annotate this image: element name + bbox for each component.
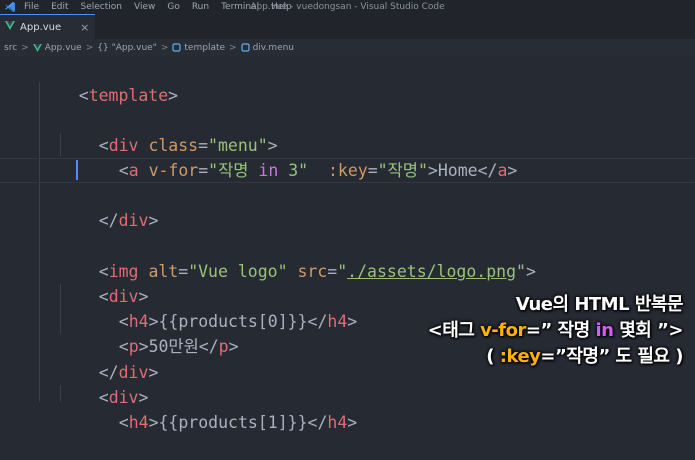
- menu-go[interactable]: Go: [167, 0, 179, 14]
- breadcrumb-separator: >: [21, 42, 29, 53]
- breadcrumb: src > App.vue > {} "App.vue" > template …: [0, 39, 695, 56]
- code-line: <div>: [98, 388, 149, 407]
- menu-view[interactable]: View: [134, 0, 155, 14]
- code-token: alt: [148, 262, 179, 281]
- code-token: "작명: [208, 161, 259, 180]
- code-token: a: [497, 161, 508, 180]
- code-token: h4: [128, 413, 149, 432]
- code-token: :key: [327, 161, 368, 180]
- code-token: 3": [278, 161, 309, 180]
- code-line: <div>: [98, 287, 149, 306]
- menu-bar: File Edit Selection View Go Run Terminal…: [24, 0, 292, 14]
- breadcrumb-src[interactable]: src: [4, 43, 17, 53]
- code-line: <a v-for="작명 in 3" :key="작명">Home</a>: [118, 161, 518, 180]
- caption-line: Vue의 HTML 반복문: [515, 294, 684, 315]
- code-token: h4: [327, 312, 348, 331]
- breadcrumb-separator: >: [229, 42, 237, 53]
- code-token: template: [88, 86, 169, 105]
- tab-label: App.vue: [20, 21, 62, 33]
- code-line: <template>: [78, 86, 179, 105]
- caption-text: =” 작명: [525, 320, 596, 341]
- code-line: <h4>{{products[1]}}</h4>: [118, 413, 358, 432]
- breadcrumb-div-menu[interactable]: div.menu: [240, 42, 295, 53]
- breadcrumb-app-vue[interactable]: App.vue: [32, 42, 82, 53]
- code-line: <p>50만원</p>: [118, 337, 239, 356]
- close-icon[interactable]: ×: [80, 21, 89, 34]
- code-token: a: [128, 161, 139, 180]
- vscode-logo-icon: [0, 1, 20, 13]
- caption-highlight: :key: [499, 346, 541, 367]
- vue-icon: [32, 43, 42, 52]
- breadcrumb-module[interactable]: {} "App.vue": [97, 43, 157, 53]
- menu-terminal[interactable]: Terminal: [221, 0, 259, 14]
- caption-text: <태그: [427, 320, 481, 341]
- menu-edit[interactable]: Edit: [51, 0, 68, 14]
- element-icon: [172, 43, 182, 52]
- vue-icon: [5, 21, 15, 33]
- caption-line: ( :key=”작명” 도 필요 ): [383, 344, 683, 370]
- breadcrumb-label: template: [184, 42, 226, 53]
- code-token: Home: [437, 161, 478, 180]
- code-token: div: [118, 211, 149, 230]
- code-token: src: [297, 262, 328, 281]
- code-line: <img alt="Vue logo" src="./assets/logo.p…: [98, 262, 536, 281]
- caption-text: 몇회 ”>: [613, 320, 683, 341]
- code-token: p: [218, 337, 229, 356]
- breadcrumb-template[interactable]: template: [172, 43, 225, 53]
- code-token: in: [258, 161, 279, 180]
- code-line: </div>: [98, 363, 159, 382]
- caption-highlight: v-for: [480, 320, 526, 341]
- code-token: ": [337, 262, 348, 281]
- breadcrumb-label: div.menu: [252, 42, 295, 53]
- caption-text: (: [486, 346, 500, 367]
- menu-help[interactable]: Help: [271, 0, 292, 14]
- code-token: v-for: [148, 161, 199, 180]
- element-icon: [240, 43, 250, 52]
- tab-app-vue[interactable]: App.vue ×: [0, 14, 96, 39]
- code-token: {{products[1]}}: [158, 413, 308, 432]
- code-line: <h4>{{products[0]}}</h4>: [118, 312, 358, 331]
- code-token: ": [516, 262, 526, 281]
- breadcrumb-separator: >: [85, 42, 94, 53]
- title-bar: File Edit Selection View Go Run Terminal…: [0, 0, 695, 14]
- code-token: "Vue logo": [188, 262, 288, 281]
- caption-highlight: in: [595, 320, 614, 341]
- caption-line: <태그 v-for=” 작명 in 몇회 ”>: [383, 318, 684, 344]
- code-line: </div>: [98, 211, 159, 230]
- menu-file[interactable]: File: [24, 0, 39, 14]
- menu-selection[interactable]: Selection: [81, 0, 122, 14]
- breadcrumb-label: App.vue: [44, 42, 82, 53]
- caption-text: =”작명” 도 필요 ): [540, 346, 683, 367]
- code-link[interactable]: ./assets/logo.png: [347, 262, 516, 281]
- code-line: <div class="menu">: [98, 136, 278, 155]
- breadcrumb-separator: >: [160, 42, 169, 53]
- caption-overlay: Vue의 HTML 반복문 <태그 v-for=” 작명 in 몇회 ”> ( …: [383, 292, 684, 370]
- code-token: "작명": [377, 161, 428, 180]
- tab-bar: App.vue ×: [0, 14, 695, 39]
- code-token: h4: [327, 413, 348, 432]
- menu-run[interactable]: Run: [192, 0, 209, 14]
